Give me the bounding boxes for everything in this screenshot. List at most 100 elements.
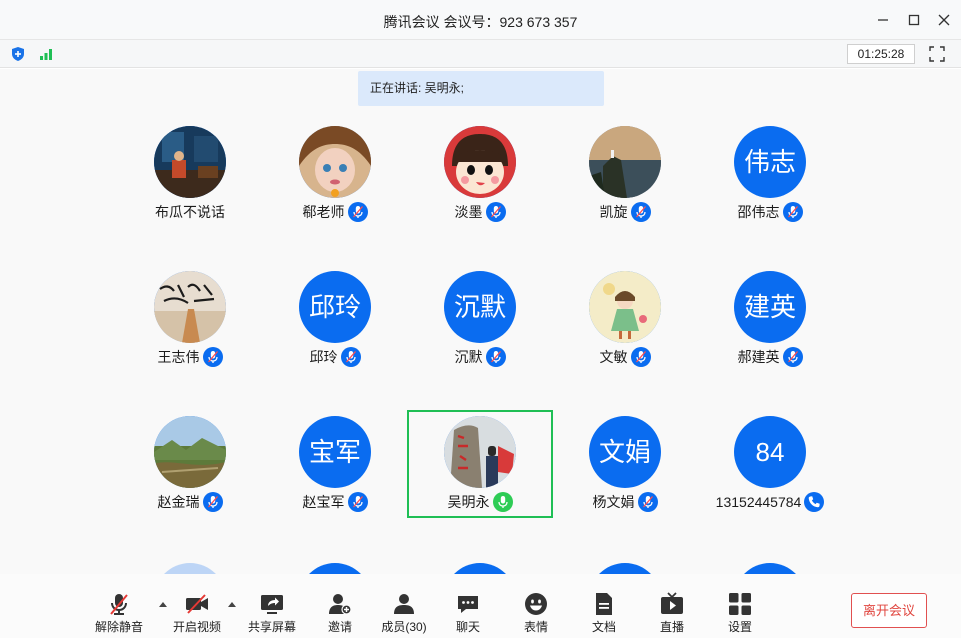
unmute-label: 解除静音 <box>94 620 143 634</box>
shield-icon[interactable] <box>9 45 27 63</box>
avatar <box>299 563 371 574</box>
start-video-label: 开启视频 <box>172 620 221 634</box>
invite-button[interactable]: 邀请 <box>310 592 370 636</box>
meeting-toolbar: 解除静音 开启视频 共享屏幕 邀请 成员(30) 聊天 表情 文档 直播 设置 … <box>0 574 961 638</box>
fullscreen-icon[interactable] <box>929 46 945 62</box>
invite-label: 邀请 <box>327 620 352 634</box>
mic-muted-icon <box>202 492 223 512</box>
unmute-button[interactable]: 解除静音 <box>89 592 149 636</box>
members-icon <box>392 592 416 616</box>
live-label: 直播 <box>659 620 684 634</box>
participant-name: 杨文娟 <box>592 494 635 510</box>
avatar: 宝军 <box>299 416 371 488</box>
participant-name: 布瓜不说话 <box>155 204 225 220</box>
signal-icon[interactable] <box>37 45 55 63</box>
documents-button[interactable]: 文档 <box>574 592 634 636</box>
participant-name-line: 凯旋 <box>552 202 698 222</box>
participant-name: 13152445784 <box>715 494 802 510</box>
participant-name: 赵宝军 <box>302 494 345 510</box>
avatar <box>589 126 661 198</box>
participant-name: 邵伟志 <box>737 204 780 220</box>
speaking-banner: 正在讲话: 吴明永; <box>358 71 604 106</box>
reactions-label: 表情 <box>523 620 548 634</box>
mic-muted-icon <box>347 202 368 222</box>
participant-gallery: 正在讲话: 吴明永; 布瓜不说话 郗老师 淡墨 凯旋 伟志 邵伟志 王志伟 邱玲 邱玲 沉默 沉默文… <box>0 69 961 574</box>
mic-muted-icon <box>340 347 361 367</box>
share-screen-icon <box>260 592 284 616</box>
mic-off-icon <box>107 592 131 616</box>
audio-options-caret[interactable] <box>159 602 167 607</box>
settings-grid-icon <box>728 592 752 616</box>
participant-tile[interactable]: 伟志 邵伟志 <box>697 120 843 228</box>
participant-name: 凯旋 <box>599 204 628 220</box>
mic-muted-icon <box>637 492 658 512</box>
participant-tile[interactable]: 文敏 <box>552 265 698 373</box>
avatar: 84 <box>734 416 806 488</box>
minimize-icon[interactable] <box>873 10 893 30</box>
avatar: 邱玲 <box>299 271 371 343</box>
reactions-button[interactable]: 表情 <box>506 592 566 636</box>
participant-tile[interactable]: 84 13152445784 <box>697 410 843 518</box>
participant-name: 邱玲 <box>309 349 338 365</box>
avatar <box>589 271 661 343</box>
participant-name-line: 杨文娟 <box>552 492 698 512</box>
live-button[interactable]: 直播 <box>642 592 702 636</box>
avatar: 伟志 <box>734 126 806 198</box>
settings-button[interactable]: 设置 <box>710 592 770 636</box>
avatar <box>444 416 516 488</box>
members-button[interactable]: 成员(30) <box>374 592 434 636</box>
mic-speaking-icon <box>492 492 513 512</box>
avatar <box>299 126 371 198</box>
avatar: 沉默 <box>444 271 516 343</box>
video-options-caret[interactable] <box>228 602 236 607</box>
participant-name: 沉默 <box>454 349 483 365</box>
maximize-icon[interactable] <box>904 10 924 30</box>
share-screen-button[interactable]: 共享屏幕 <box>242 592 302 636</box>
participant-tile[interactable]: 淡墨 <box>407 120 553 228</box>
participant-tile[interactable]: 吴明永 <box>407 410 553 518</box>
participant-name-line: 13152445784 <box>697 492 843 512</box>
mic-muted-icon <box>630 202 651 222</box>
avatar <box>589 563 661 574</box>
participant-name-line: 吴明永 <box>409 492 551 512</box>
participant-tile[interactable]: 郗老师 <box>262 120 408 228</box>
participant-name-line: 郗老师 <box>262 202 408 222</box>
participant-tile[interactable]: 宝军 赵宝军 <box>262 410 408 518</box>
chat-icon <box>456 592 480 616</box>
participant-tile[interactable]: 沉默 沉默 <box>407 265 553 373</box>
meeting-timer: 01:25:28 <box>847 44 915 64</box>
avatar <box>734 563 806 574</box>
chat-label: 聊天 <box>455 620 480 634</box>
participant-name-line: 王志伟 <box>117 347 263 367</box>
participant-name: 吴明永 <box>447 494 490 510</box>
participant-name-line: 赵宝军 <box>262 492 408 512</box>
avatar <box>154 126 226 198</box>
participant-name-line: 文敏 <box>552 347 698 367</box>
participant-name-line: 沉默 <box>407 347 553 367</box>
emoji-icon <box>524 592 548 616</box>
mic-muted-icon <box>782 347 803 367</box>
participant-name-line: 邵伟志 <box>697 202 843 222</box>
avatar <box>154 271 226 343</box>
avatar: 文娟 <box>589 416 661 488</box>
participant-name: 淡墨 <box>454 204 483 220</box>
close-icon[interactable] <box>934 10 954 30</box>
mic-muted-icon <box>485 202 506 222</box>
mic-muted-icon <box>782 202 803 222</box>
participant-tile[interactable]: 邱玲 邱玲 <box>262 265 408 373</box>
participant-tile[interactable]: 文娟 杨文娟 <box>552 410 698 518</box>
participant-tile[interactable]: 布瓜不说话 <box>117 120 263 228</box>
participant-name-line: 淡墨 <box>407 202 553 222</box>
participant-tile[interactable]: 赵金瑞 <box>117 410 263 518</box>
start-video-button[interactable]: 开启视频 <box>167 592 227 636</box>
chat-button[interactable]: 聊天 <box>438 592 498 636</box>
live-tv-icon <box>660 592 684 616</box>
mic-muted-icon <box>485 347 506 367</box>
participant-tile[interactable]: 凯旋 <box>552 120 698 228</box>
leave-meeting-button[interactable]: 离开会议 <box>851 593 927 628</box>
participant-tile[interactable]: 建英 郝建英 <box>697 265 843 373</box>
participant-name-line: 布瓜不说话 <box>117 202 263 222</box>
camera-off-icon <box>185 592 209 616</box>
participant-tile[interactable]: 王志伟 <box>117 265 263 373</box>
participant-name-line: 赵金瑞 <box>117 492 263 512</box>
